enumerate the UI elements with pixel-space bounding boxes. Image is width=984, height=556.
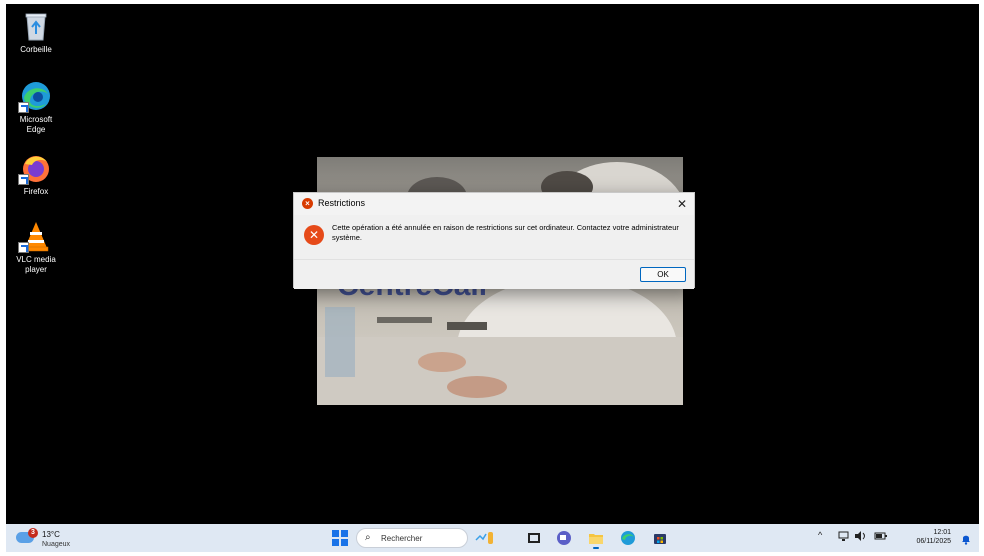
desktop-icon-vlc[interactable]: VLC media player [10, 220, 62, 275]
battery-icon[interactable] [874, 530, 888, 544]
desktop-icon-label: Microsoft Edge [19, 115, 53, 134]
edge-icon [18, 80, 52, 113]
shortcut-arrow-icon [18, 102, 29, 113]
close-button[interactable]: ✕ [672, 194, 692, 214]
taskbar: 3 13°C Nuageux ⌕ Rechercher ^ 12:01 06/1… [6, 524, 979, 552]
weather-widget[interactable]: 3 13°C Nuageux [16, 526, 96, 550]
error-small-icon: × [302, 198, 313, 209]
tray-chevron-icon[interactable]: ^ [818, 530, 822, 540]
network-icon[interactable] [838, 530, 850, 544]
clock[interactable]: 12:01 06/11/2025 [901, 528, 951, 546]
desktop-icon-recycle-bin[interactable]: Corbeille [10, 10, 62, 55]
desktop-icon-label: VLC media player [16, 255, 56, 274]
dialog-title: Restrictions [318, 198, 366, 208]
shortcut-arrow-icon [18, 174, 29, 185]
edge-taskbar-icon[interactable] [620, 530, 636, 546]
clock-time: 12:01 [933, 529, 951, 536]
shortcut-arrow-icon [18, 242, 29, 253]
error-icon: ✕ [304, 225, 324, 245]
chat-icon[interactable] [556, 530, 572, 546]
desktop-icon-label: Corbeille [20, 45, 52, 54]
search-icon: ⌕ [365, 532, 371, 543]
dialog-titlebar[interactable]: × Restrictions ✕ [294, 193, 694, 215]
dialog-message: Cette opération a été annulée en raison … [332, 223, 679, 242]
firefox-icon [18, 152, 52, 185]
weather-temperature: 13°C [42, 530, 60, 539]
search-placeholder: Rechercher [381, 534, 423, 543]
desktop-screen: Corbeille Microsoft Edge Firefox VLC med… [6, 4, 979, 552]
restrictions-dialog: × Restrictions ✕ ✕ Cette opération a été… [293, 192, 695, 289]
notification-bell-icon[interactable] [961, 532, 971, 545]
weather-notification-badge: 3 [28, 528, 38, 538]
taskbar-search[interactable]: ⌕ Rechercher [356, 528, 468, 548]
vlc-icon [18, 220, 52, 253]
dialog-content: ✕ Cette opération a été annulée en raiso… [294, 215, 694, 259]
widgets-icon[interactable] [474, 530, 493, 546]
file-explorer-icon[interactable] [588, 530, 604, 549]
dialog-footer: OK [294, 259, 694, 289]
desktop-icon-label: Firefox [23, 187, 49, 196]
clock-date: 06/11/2025 [916, 538, 951, 545]
task-view-icon[interactable] [526, 530, 542, 546]
system-tray: ^ [818, 530, 978, 546]
volume-icon[interactable] [854, 530, 868, 544]
start-button[interactable] [332, 530, 348, 546]
recycle-bin-icon [20, 10, 52, 42]
ok-button[interactable]: OK [640, 267, 686, 282]
desktop-icon-firefox[interactable]: Firefox [10, 152, 62, 197]
weather-condition: Nuageux [42, 541, 71, 548]
store-icon[interactable] [652, 530, 668, 546]
desktop-icon-microsoft-edge[interactable]: Microsoft Edge [10, 80, 62, 135]
